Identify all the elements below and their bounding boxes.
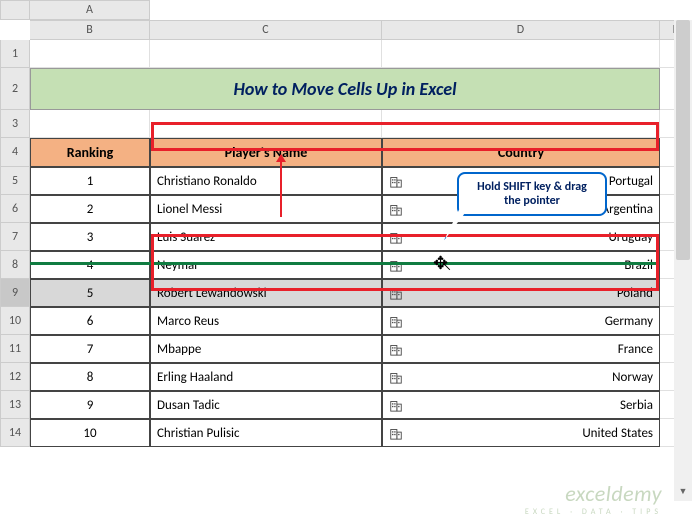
- cell-player[interactable]: Robert Lewandowski: [150, 279, 382, 307]
- cell-ranking[interactable]: 9: [30, 391, 150, 419]
- col-header-d[interactable]: D: [382, 20, 660, 40]
- cell-country[interactable]: Uruguay: [382, 223, 660, 251]
- cell-player[interactable]: Christiano Ronaldo: [150, 167, 382, 195]
- cell-country[interactable]: Germany: [382, 307, 660, 335]
- col-header-b[interactable]: B: [30, 20, 150, 40]
- cell-country[interactable]: Norway: [382, 363, 660, 391]
- title-cell[interactable]: How to Move Cells Up in Excel: [30, 68, 660, 110]
- scrollbar-down-arrow[interactable]: ▼: [674, 483, 692, 501]
- watermark-logo: exceldemy EXCEL · DATA · TIPS: [525, 480, 662, 517]
- watermark-subtext: EXCEL · DATA · TIPS: [525, 507, 662, 517]
- building-icon: [389, 202, 403, 216]
- table-row: 12 8 Erling Haaland Norway: [0, 363, 692, 391]
- row-header-7[interactable]: 7: [0, 223, 30, 251]
- arrow-up-indicator: [280, 155, 282, 217]
- table-row: 9 5 Robert Lewandowski Poland: [0, 279, 692, 307]
- header-player[interactable]: Player's Name: [150, 138, 382, 167]
- cell-ranking[interactable]: 5: [30, 279, 150, 307]
- spreadsheet-grid: A B C D E: [0, 0, 692, 40]
- row-header-5[interactable]: 5: [0, 167, 30, 195]
- row-header-8[interactable]: 8: [0, 251, 30, 279]
- cell-ranking[interactable]: 7: [30, 335, 150, 363]
- building-icon: [389, 286, 403, 300]
- table-row: 11 7 Mbappe France: [0, 335, 692, 363]
- cell-country[interactable]: Brazil: [382, 251, 660, 279]
- row-header-1[interactable]: 1: [0, 40, 30, 68]
- cell-player[interactable]: Mbappe: [150, 335, 382, 363]
- cell-player[interactable]: Christian Pulisic: [150, 419, 382, 447]
- cell-country[interactable]: United States: [382, 419, 660, 447]
- header-country[interactable]: Country: [382, 138, 660, 167]
- sheet-body: 1 2 How to Move Cells Up in Excel 3 4 Ra…: [0, 40, 692, 167]
- col-header-c[interactable]: C: [150, 20, 382, 40]
- row-header-2[interactable]: 2: [0, 68, 30, 110]
- row-header-4[interactable]: 4: [0, 138, 30, 167]
- row-header-10[interactable]: 10: [0, 307, 30, 335]
- building-icon: [389, 370, 403, 384]
- row-header-9[interactable]: 9: [0, 279, 30, 307]
- cell-ranking[interactable]: 8: [30, 363, 150, 391]
- cell-player[interactable]: Neymar: [150, 251, 382, 279]
- cell-ranking[interactable]: 3: [30, 223, 150, 251]
- cell-player[interactable]: Luis Suarez: [150, 223, 382, 251]
- instruction-callout: Hold SHIFT key & drag the pointer: [457, 172, 607, 216]
- col-header-a[interactable]: A: [30, 0, 150, 20]
- scrollbar-thumb[interactable]: [676, 20, 690, 260]
- cell-player[interactable]: Marco Reus: [150, 307, 382, 335]
- cell-country[interactable]: Poland: [382, 279, 660, 307]
- table-row: 14 10 Christian Pulisic United States: [0, 419, 692, 447]
- cell-d1[interactable]: [382, 40, 660, 68]
- insert-indicator-line: [30, 262, 658, 265]
- header-ranking[interactable]: Ranking: [30, 138, 150, 167]
- cell-country[interactable]: France: [382, 335, 660, 363]
- table-row: 13 9 Dusan Tadic Serbia: [0, 391, 692, 419]
- cell-ranking[interactable]: 10: [30, 419, 150, 447]
- building-icon: [389, 258, 403, 272]
- cell-country[interactable]: Serbia: [382, 391, 660, 419]
- cell-ranking[interactable]: 2: [30, 195, 150, 223]
- cell-player[interactable]: Erling Haaland: [150, 363, 382, 391]
- building-icon: [389, 314, 403, 328]
- row-header-12[interactable]: 12: [0, 363, 30, 391]
- cell-player[interactable]: Lionel Messi: [150, 195, 382, 223]
- building-icon: [389, 230, 403, 244]
- watermark-text: exceldemy: [525, 480, 662, 507]
- building-icon: [389, 174, 403, 188]
- row-header-3[interactable]: 3: [0, 110, 30, 138]
- table-row: 8 4 Neymar Brazil: [0, 251, 692, 279]
- table-row: 10 6 Marco Reus Germany: [0, 307, 692, 335]
- cell-b1[interactable]: [30, 40, 150, 68]
- building-icon: [389, 398, 403, 412]
- cell-ranking[interactable]: 6: [30, 307, 150, 335]
- row-header-11[interactable]: 11: [0, 335, 30, 363]
- vertical-scrollbar[interactable]: ▼: [674, 20, 692, 501]
- cell-ranking[interactable]: 4: [30, 251, 150, 279]
- building-icon: [389, 342, 403, 356]
- table-row: 7 3 Luis Suarez Uruguay: [0, 223, 692, 251]
- row-header-13[interactable]: 13: [0, 391, 30, 419]
- select-all-corner[interactable]: [0, 0, 30, 20]
- cell-b3[interactable]: [30, 110, 150, 138]
- row-header-6[interactable]: 6: [0, 195, 30, 223]
- cell-c3[interactable]: [150, 110, 382, 138]
- cell-ranking[interactable]: 1: [30, 167, 150, 195]
- row-header-14[interactable]: 14: [0, 419, 30, 447]
- cell-player[interactable]: Dusan Tadic: [150, 391, 382, 419]
- cell-c1[interactable]: [150, 40, 382, 68]
- cell-d3[interactable]: [382, 110, 660, 138]
- building-icon: [389, 426, 403, 440]
